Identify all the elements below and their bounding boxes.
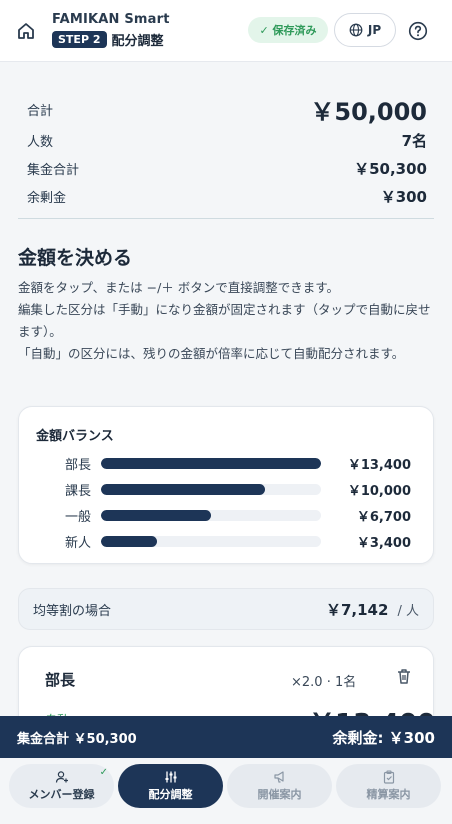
balance-card: 金額バランス 部長 ￥13,400 課長 ￥10,000 一般 ￥6,700 新… bbox=[18, 406, 434, 564]
people-row: 人数 7名 bbox=[27, 126, 427, 154]
nav-label: 開催案内 bbox=[257, 788, 302, 801]
department-multiplier: ×2.0 · 1名 bbox=[291, 675, 357, 690]
user-add-icon bbox=[55, 770, 69, 784]
balance-row-label: 新人 bbox=[64, 535, 91, 551]
balance-row-value: ￥10,000 bbox=[347, 483, 411, 499]
nav-label: 配分調整 bbox=[148, 788, 193, 801]
clipboard-icon bbox=[382, 770, 396, 784]
nav-label: 精算案内 bbox=[366, 788, 411, 801]
balance-title: 金額バランス bbox=[36, 429, 114, 444]
balance-row: 一般 ￥6,700 bbox=[19, 505, 435, 525]
department-name: 部長 bbox=[45, 671, 76, 689]
balance-row-label: 一般 bbox=[64, 509, 91, 525]
surplus-value: ￥300 bbox=[380, 187, 427, 206]
balance-bar-fill bbox=[101, 457, 321, 469]
home-button[interactable] bbox=[0, 0, 52, 62]
help-icon bbox=[408, 21, 428, 41]
people-value: 7名 bbox=[401, 131, 427, 150]
equal-split-amount: ￥7,142 / 人 bbox=[326, 599, 419, 620]
balance-row-value: ￥6,700 bbox=[356, 509, 411, 525]
surplus-label: 余剰金 bbox=[27, 190, 67, 206]
completed-check-icon: ✓ bbox=[99, 767, 108, 778]
balance-bar-track bbox=[101, 509, 321, 521]
description-line: 金額をタップ、または −/＋ ボタンで直接調整できます。 bbox=[18, 280, 340, 295]
total-label: 合計 bbox=[27, 103, 54, 119]
saved-status-badge: ✓ 保存済み bbox=[248, 17, 328, 43]
balance-bar-fill bbox=[101, 509, 211, 521]
equal-split-card: 均等割の場合 ￥7,142 / 人 bbox=[18, 588, 434, 630]
collected-total: 集金合計 ￥50,300 bbox=[17, 731, 137, 747]
equal-split-unit: / 人 bbox=[397, 603, 419, 619]
total-value: ￥50,000 bbox=[310, 97, 427, 126]
balance-row-label: 部長 bbox=[64, 457, 91, 473]
total-row: 合計 ￥50,000 bbox=[27, 92, 427, 126]
balance-bar-fill bbox=[101, 535, 157, 547]
nav-event-notice[interactable]: 開催案内 bbox=[227, 764, 332, 808]
section-description: 金額をタップ、または −/＋ ボタンで直接調整できます。 編集した区分は「手動」… bbox=[18, 277, 436, 365]
summary-divider bbox=[18, 218, 434, 219]
trash-icon bbox=[398, 669, 410, 684]
balance-bar-track bbox=[101, 483, 321, 495]
description-line: 「自動」の区分には、残りの金額が倍率に応じて自動配分されます。 bbox=[18, 346, 405, 361]
step-title: 配分調整 bbox=[111, 34, 164, 49]
nav-label: メンバー登録 bbox=[28, 788, 95, 801]
equal-split-value: ￥7,142 bbox=[325, 600, 389, 619]
balance-row: 新人 ￥3,400 bbox=[19, 531, 435, 551]
balance-row-label: 課長 bbox=[64, 483, 91, 499]
app-header: FAMIKAN Smart STEP 2 配分調整 ✓ 保存済み JP bbox=[0, 0, 452, 62]
balance-row-value: ￥13,400 bbox=[347, 457, 411, 473]
surplus-total: 余剰金: ￥300 bbox=[332, 728, 435, 747]
balance-bar-track bbox=[101, 457, 321, 469]
delete-button[interactable] bbox=[395, 667, 413, 689]
brand: FAMIKAN Smart STEP 2 配分調整 bbox=[52, 12, 170, 49]
nav-allocation[interactable]: 配分調整 bbox=[118, 764, 223, 808]
collected-value: ￥50,300 bbox=[354, 159, 427, 178]
collected-label: 集金合計 bbox=[27, 162, 80, 178]
people-label: 人数 bbox=[27, 134, 54, 150]
summary-panel: 合計 ￥50,000 人数 7名 集金合計 ￥50,300 余剰金 ￥300 bbox=[27, 92, 427, 210]
sliders-icon bbox=[164, 770, 178, 784]
equal-split-label: 均等割の場合 bbox=[33, 603, 112, 619]
language-button[interactable]: JP bbox=[334, 13, 396, 47]
surplus-row: 余剰金 ￥300 bbox=[27, 182, 427, 210]
step-badge: STEP 2 bbox=[52, 31, 107, 48]
section-title: 金額を決める bbox=[18, 247, 133, 269]
bottom-nav: ✓ メンバー登録 配分調整 開催案内 精算案内 bbox=[0, 758, 452, 824]
globe-icon bbox=[349, 23, 363, 37]
language-label: JP bbox=[367, 23, 382, 37]
description-line: 編集した区分は「手動」になり金額が固定されます（タップで自動に戻せます）。 bbox=[18, 302, 431, 339]
megaphone-icon bbox=[273, 770, 287, 784]
step-indicator: STEP 2 配分調整 bbox=[52, 30, 170, 49]
help-button[interactable] bbox=[404, 17, 432, 45]
totals-bar: 集金合計 ￥50,300 余剰金: ￥300 bbox=[0, 716, 452, 758]
balance-row: 部長 ￥13,400 bbox=[19, 453, 435, 473]
balance-row-value: ￥3,400 bbox=[356, 535, 411, 551]
balance-bar-track bbox=[101, 535, 321, 547]
balance-row: 課長 ￥10,000 bbox=[19, 479, 435, 499]
app-name: FAMIKAN Smart bbox=[52, 12, 170, 27]
nav-member-registration[interactable]: ✓ メンバー登録 bbox=[9, 764, 114, 808]
balance-bar-fill bbox=[101, 483, 266, 495]
home-icon bbox=[18, 22, 34, 39]
nav-settlement-notice[interactable]: 精算案内 bbox=[336, 764, 441, 808]
collected-row: 集金合計 ￥50,300 bbox=[27, 154, 427, 182]
